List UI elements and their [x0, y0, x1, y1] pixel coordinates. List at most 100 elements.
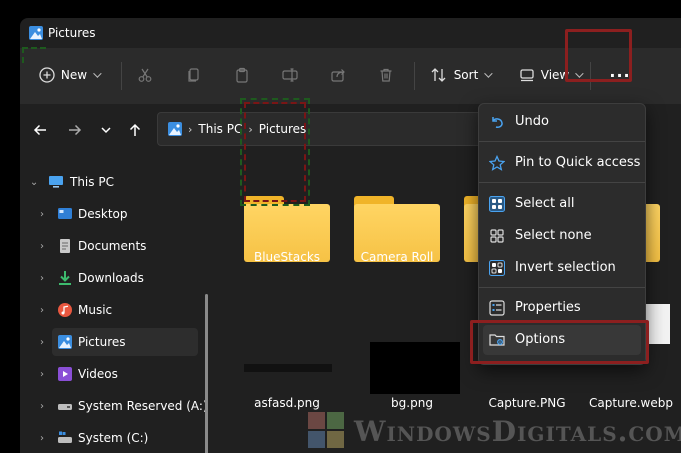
menu-item-invert-selection[interactable]: Invert selection: [483, 253, 641, 283]
nav-item-pictures[interactable]: › Pictures: [40, 328, 198, 356]
share-icon: [331, 69, 345, 82]
image-thumbnail: [370, 342, 460, 394]
menu-label: Undo: [515, 114, 549, 129]
nav-label: Downloads: [78, 271, 144, 285]
nav-label: System Reserved (A:): [78, 399, 208, 413]
nav-label: System (C:): [78, 431, 149, 445]
menu-label: Select all: [515, 196, 575, 211]
divider: [121, 62, 122, 90]
documents-icon: [60, 239, 70, 253]
windows-drive-icon: [58, 431, 72, 443]
chevron-down-icon[interactable]: ⌄: [30, 177, 38, 188]
chevron-right-icon[interactable]: ›: [38, 305, 46, 316]
pictures-icon: [168, 122, 182, 136]
file-name: BlueStacks: [253, 250, 321, 264]
sort-label: Sort: [453, 68, 479, 82]
undo-icon: [492, 117, 503, 128]
see-more-highlight: [565, 29, 632, 82]
desktop-icon: [58, 208, 72, 219]
paste-button[interactable]: [229, 58, 255, 92]
rename-icon: [282, 68, 298, 82]
nav-label: Videos: [78, 367, 118, 381]
nav-item-desktop[interactable]: › Desktop: [20, 200, 210, 228]
view-icon: [520, 69, 534, 82]
pc-icon: [49, 176, 63, 188]
pictures-icon: [58, 335, 72, 349]
chevron-right-icon[interactable]: ›: [38, 369, 46, 380]
scissors-icon: [138, 68, 152, 82]
clipboard-icon: [236, 67, 248, 83]
menu-label: Pin to Quick access: [515, 155, 641, 170]
chevron-right-icon[interactable]: ›: [38, 433, 46, 444]
nav-item-documents[interactable]: › Documents: [20, 232, 210, 260]
menu-item-select-none[interactable]: Select none: [483, 221, 641, 251]
window-title: Pictures: [48, 26, 96, 40]
nav-item-system-reserved[interactable]: › System Reserved (A:): [20, 392, 210, 420]
arrow-up-icon: [129, 123, 141, 136]
navigation-pane: ⌄ This PC › Desktop › Documents › Downlo…: [20, 166, 210, 453]
nav-item-this-pc[interactable]: ⌄ This PC: [20, 168, 210, 196]
menu-item-pin-quick-access[interactable]: Pin to Quick access: [483, 148, 641, 178]
nav-label: This PC: [70, 175, 114, 189]
nav-label: Pictures: [78, 335, 126, 349]
nav-item-music[interactable]: › Music: [20, 296, 210, 324]
chevron-down-icon: [93, 69, 102, 78]
nav-pane-scrollbar[interactable]: [205, 294, 208, 453]
breadcrumb-this-pc[interactable]: This PC: [198, 122, 242, 136]
delete-button[interactable]: [373, 58, 399, 92]
watermark-text: WindowsDigitals.com: [354, 414, 681, 448]
menu-divider: [479, 287, 645, 288]
select-all-icon: [489, 196, 505, 212]
guide-mark: [240, 98, 310, 206]
downloads-icon: [59, 271, 71, 285]
new-button[interactable]: New: [34, 58, 104, 92]
arrow-right-icon: [69, 124, 82, 136]
menu-label: Select none: [515, 228, 592, 243]
chevron-right-icon[interactable]: ›: [38, 241, 46, 252]
invert-selection-icon: [489, 260, 505, 276]
nav-item-system-c[interactable]: › System (C:): [20, 424, 210, 452]
menu-item-properties[interactable]: Properties: [483, 293, 641, 323]
chevron-right-icon[interactable]: ›: [38, 401, 46, 412]
menu-item-select-all[interactable]: Select all: [483, 189, 641, 219]
plus-circle-icon: [39, 67, 55, 83]
menu-item-undo[interactable]: Undo: [483, 107, 641, 137]
arrow-left-icon: [33, 124, 46, 136]
pictures-icon: [29, 26, 43, 40]
rename-button[interactable]: [277, 58, 303, 92]
drive-icon: [58, 404, 72, 410]
breadcrumb-chevron-icon: ›: [188, 122, 193, 136]
file-tile[interactable]: Camera Roll: [342, 166, 452, 266]
nav-item-downloads[interactable]: › Downloads: [20, 264, 210, 292]
recent-locations-button[interactable]: [94, 118, 118, 142]
copy-icon: [188, 68, 199, 82]
new-label: New: [60, 68, 88, 82]
trash-icon: [380, 68, 392, 82]
options-highlight: [470, 320, 649, 364]
videos-icon: [58, 367, 72, 381]
music-icon: [58, 303, 72, 317]
watermark-logo-icon: [308, 412, 346, 450]
chevron-right-icon[interactable]: ›: [38, 273, 46, 284]
file-name: Capture.webp: [589, 396, 673, 410]
share-button[interactable]: [325, 58, 351, 92]
file-name: Camera Roll: [360, 250, 434, 264]
nav-label: Desktop: [78, 207, 128, 221]
up-button[interactable]: [123, 118, 147, 142]
menu-divider: [479, 141, 645, 142]
cut-button[interactable]: [132, 58, 158, 92]
copy-button[interactable]: [181, 58, 207, 92]
menu-divider: [479, 182, 645, 183]
file-tile[interactable]: asfasd.png: [232, 312, 342, 412]
select-none-icon: [490, 229, 504, 243]
chevron-right-icon[interactable]: ›: [38, 337, 46, 348]
sort-button[interactable]: Sort: [424, 58, 496, 92]
forward-button[interactable]: [63, 118, 87, 142]
file-tile[interactable]: bg.png: [342, 312, 460, 412]
back-button[interactable]: [28, 118, 52, 142]
nav-label: Music: [78, 303, 113, 317]
image-thumbnail: [244, 364, 332, 372]
nav-item-videos[interactable]: › Videos: [20, 360, 210, 388]
chevron-right-icon[interactable]: ›: [38, 209, 46, 220]
address-bar[interactable]: › This PC › Pictures: [157, 112, 487, 146]
